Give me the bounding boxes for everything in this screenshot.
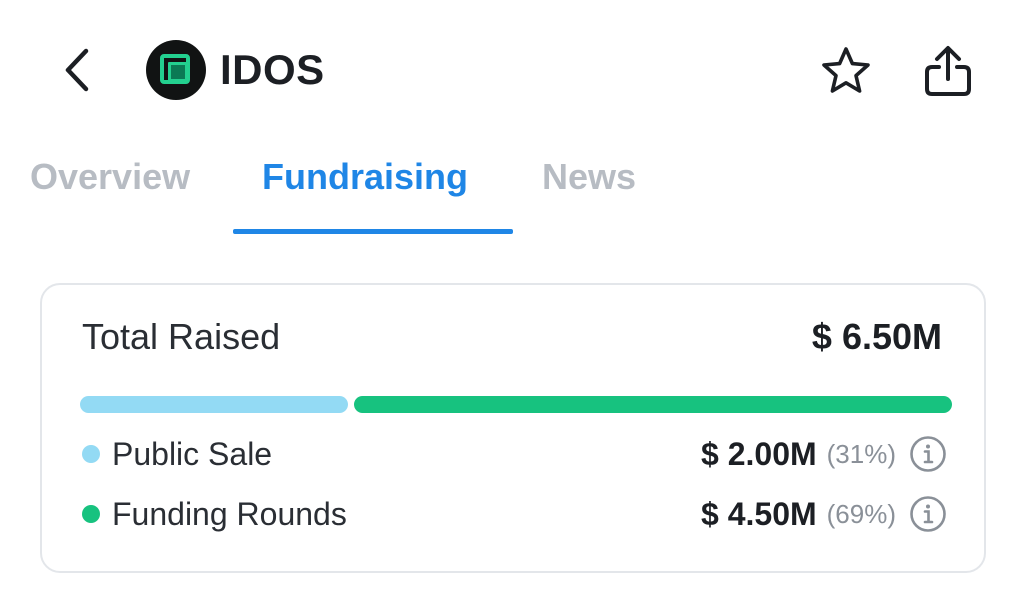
tab-fundraising[interactable]: Fundraising (262, 155, 468, 199)
active-tab-indicator (233, 229, 513, 234)
funding-rounds-label: Funding Rounds (112, 496, 347, 532)
info-icon (910, 496, 946, 532)
funding-rounds-segment (354, 396, 952, 413)
back-button[interactable] (52, 44, 102, 96)
public-sale-percent: (31%) (826, 438, 896, 469)
total-raised-label: Total Raised (82, 316, 281, 357)
star-icon (822, 47, 870, 93)
total-raised-value: $ 6.50M (811, 316, 942, 357)
tab-bar: Overview Fundraising News (0, 145, 1024, 235)
tab-overview[interactable]: Overview (30, 155, 190, 199)
funding-rounds-percent: (69%) (826, 498, 896, 529)
public-sale-info-button[interactable] (908, 434, 948, 474)
info-icon (910, 436, 946, 472)
distribution-bar (80, 396, 952, 413)
logo-mark (160, 54, 190, 84)
funding-rounds-info-button[interactable] (908, 494, 948, 534)
header: IDOS (0, 0, 1024, 140)
share-icon (925, 46, 971, 96)
chevron-left-icon (65, 48, 89, 92)
breakdown-row-funding-rounds: Funding Rounds $ 4.50M (69%) (82, 492, 948, 536)
favorite-button[interactable] (816, 42, 876, 100)
funding-rounds-legend-dot (82, 505, 100, 523)
breakdown-row-public-sale: Public Sale $ 2.00M (31%) (82, 432, 948, 476)
public-sale-label: Public Sale (112, 436, 273, 472)
tab-news[interactable]: News (542, 155, 636, 199)
public-sale-amount: $ 2.00M (701, 435, 817, 472)
share-button[interactable] (916, 40, 980, 102)
public-sale-legend-dot (82, 445, 100, 463)
funding-rounds-amount: $ 4.50M (701, 495, 817, 532)
fundraising-summary-card: Total Raised $ 6.50M Public Sale $ 2.00M… (40, 283, 986, 573)
idos-logo-icon (146, 40, 206, 100)
page-title: IDOS (220, 46, 325, 93)
public-sale-segment (80, 396, 348, 413)
